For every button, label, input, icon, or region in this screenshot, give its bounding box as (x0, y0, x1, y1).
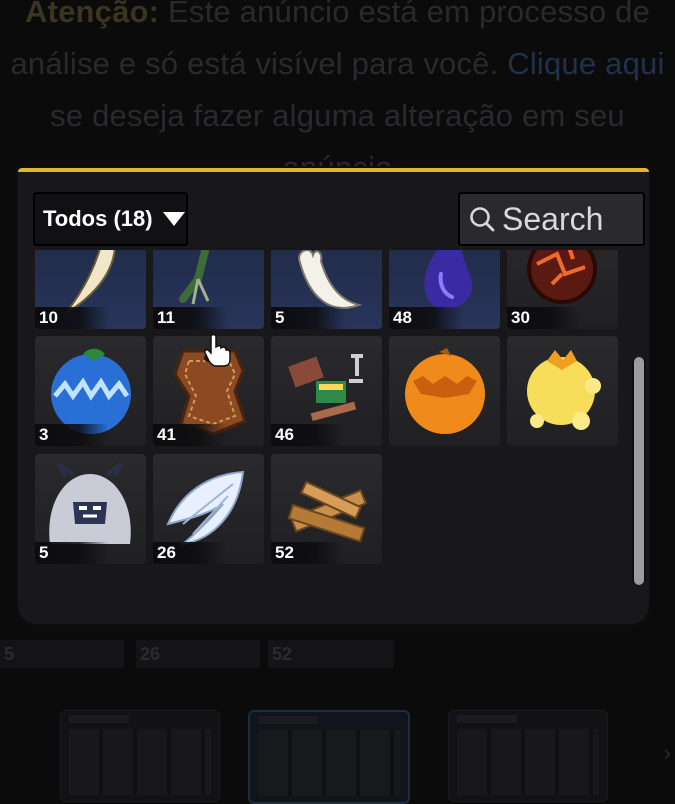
item-slot[interactable]: 46 (271, 336, 382, 446)
item-slot[interactable]: 48 (389, 250, 500, 329)
filter-label: Todos (18) (43, 206, 153, 231)
item-slot[interactable]: 3 (35, 336, 146, 446)
bg-strip-cell: 52 (268, 640, 394, 668)
notice-edit-link[interactable]: Clique aqui (507, 46, 664, 81)
grid-scrollbar[interactable] (632, 357, 646, 585)
bg-qty: 52 (272, 644, 293, 664)
item-quantity: 30 (507, 307, 581, 329)
bg-qty: 26 (140, 644, 161, 664)
image-thumbnail-strip (0, 710, 675, 804)
light-fruit-icon (527, 350, 601, 430)
hand-cursor-icon (204, 333, 231, 367)
bg-qty: 5 (4, 644, 15, 664)
item-slot[interactable]: 30 (507, 250, 618, 329)
bg-strip-cell: 26 (136, 640, 260, 668)
item-quantity: 48 (389, 307, 463, 329)
item-slot[interactable]: 5 (35, 454, 146, 564)
thumbnail-3[interactable] (448, 710, 608, 802)
item-quantity: 11 (153, 307, 227, 329)
search-icon (470, 207, 495, 232)
item-slot[interactable] (389, 336, 500, 446)
listing-review-notice: Atenção: Este anúncio está em processo d… (0, 0, 675, 194)
filter-dropdown[interactable]: Todos (18) (33, 192, 188, 246)
item-slot[interactable]: 10 (35, 250, 146, 329)
item-slot[interactable]: 5 (271, 250, 382, 329)
item-quantity: 41 (153, 424, 227, 446)
item-slot[interactable]: 26 (153, 454, 264, 564)
thumbnail-2[interactable] (248, 710, 410, 804)
item-quantity: 46 (271, 424, 345, 446)
item-quantity: 5 (35, 542, 109, 564)
inventory-panel: Todos (18) Search 10 11 5 48 30 3 41 46 … (18, 168, 649, 624)
bg-strip-cell: 5 (0, 640, 124, 668)
item-quantity: 3 (35, 424, 109, 446)
item-slot[interactable]: 52 (271, 454, 382, 564)
scrollbar-thumb[interactable] (634, 357, 644, 585)
item-grid: 10 11 5 48 30 3 41 46 5 26 52 (18, 250, 638, 584)
search-placeholder: Search (502, 200, 604, 237)
item-quantity: 52 (271, 542, 345, 564)
item-quantity: 5 (271, 307, 345, 329)
item-quantity: 26 (153, 542, 227, 564)
item-slot[interactable] (507, 336, 618, 446)
thumbnail-1[interactable] (60, 710, 220, 802)
caret-down-icon (162, 212, 185, 226)
chevron-right-icon[interactable]: › (664, 740, 671, 766)
search-input[interactable]: Search (458, 192, 645, 246)
orange-fruit-icon (405, 348, 485, 434)
item-quantity: 10 (35, 307, 109, 329)
item-slot[interactable]: 11 (153, 250, 264, 329)
notice-warning-label: Atenção: (24, 0, 160, 29)
